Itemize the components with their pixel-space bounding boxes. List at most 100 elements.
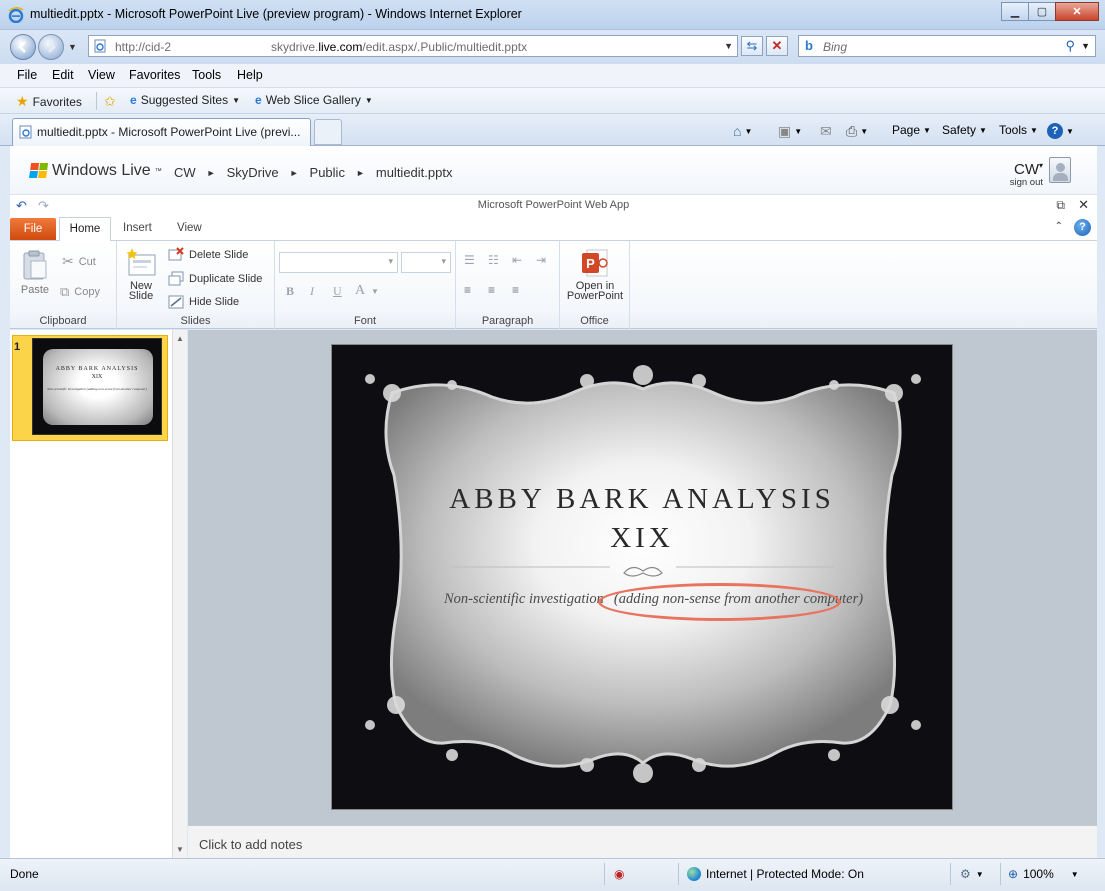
tab-home[interactable]: Home (59, 217, 111, 242)
search-options-dropdown-icon[interactable]: ▼ (1081, 41, 1090, 51)
menu-favorites[interactable]: Favorites (129, 68, 180, 82)
align-center-icon[interactable]: ≡ (488, 283, 495, 297)
menu-bar: File Edit View Favorites Tools Help (0, 64, 1105, 88)
hide-slide-button[interactable]: Hide Slide (168, 294, 239, 310)
browser-tab-active[interactable]: multiedit.pptx - Microsoft PowerPoint Li… (12, 118, 311, 146)
windows-live-logo[interactable]: Windows Live ™ (29, 162, 162, 180)
search-box[interactable]: b Bing ⚲ ▼ (798, 35, 1096, 57)
add-to-favorites-bar-button[interactable]: ✩ (104, 93, 116, 110)
help-menu-button[interactable]: ? ▼ (1047, 123, 1074, 139)
stop-button[interactable]: ✕ (766, 36, 788, 56)
copy-button[interactable]: ⧉ Copy (60, 284, 100, 300)
open-in-powerpoint-button[interactable]: P Open in PowerPoint (560, 247, 630, 302)
menu-tools[interactable]: Tools (192, 68, 221, 82)
breadcrumb-file: multiedit.pptx (375, 165, 453, 180)
print-button[interactable]: ⎙ ▼ (846, 123, 868, 140)
security-zone[interactable]: Internet | Protected Mode: On (687, 867, 864, 881)
thumbnail-scrollbar[interactable]: ▲ ▼ (172, 330, 187, 858)
menu-view[interactable]: View (88, 68, 115, 82)
privacy-report-icon[interactable]: ◉ (614, 867, 624, 881)
menu-edit[interactable]: Edit (52, 68, 74, 82)
tab-file[interactable]: File (10, 218, 56, 240)
bold-button[interactable]: B (286, 284, 294, 299)
tab-insert[interactable]: Insert (123, 222, 152, 234)
paste-button[interactable]: Paste (18, 249, 52, 296)
minimize-button[interactable]: ▁ (1001, 2, 1029, 21)
close-button[interactable]: ✕ (1055, 2, 1099, 21)
paste-icon (23, 250, 47, 280)
decrease-indent-icon[interactable]: ⇤ (512, 253, 522, 267)
eye-icon: ◉ (614, 867, 625, 881)
user-menu[interactable]: CW▾ sign out (1010, 161, 1043, 188)
font-color-button[interactable]: A (355, 283, 365, 299)
font-family-dropdown[interactable] (279, 252, 398, 273)
slide-title-line1[interactable]: ABBY BARK ANALYSIS (332, 483, 952, 516)
feeds-button[interactable]: ▣ ▼ (778, 123, 802, 140)
forward-button[interactable] (38, 34, 64, 60)
italic-button[interactable]: I (310, 284, 314, 299)
chevron-down-icon: ▼ (1070, 869, 1079, 879)
zoom-control[interactable]: ⊕ 100% ▼ (1008, 867, 1079, 881)
safety-menu-button[interactable]: Safety ▼ (942, 123, 987, 137)
window-title: multiedit.pptx - Microsoft PowerPoint Li… (30, 7, 522, 21)
delete-slide-button[interactable]: Delete Slide (168, 247, 248, 263)
collapse-ribbon-icon[interactable]: ⌃ (1055, 221, 1063, 232)
align-right-icon[interactable]: ≡ (512, 283, 519, 297)
breadcrumb-skydrive[interactable]: SkyDrive (227, 165, 279, 181)
search-placeholder: Bing (823, 40, 848, 54)
menu-help[interactable]: Help (237, 68, 263, 82)
bullets-icon[interactable]: ☰ (464, 253, 475, 267)
underline-button[interactable]: U (333, 284, 342, 299)
tab-view[interactable]: View (177, 222, 202, 234)
address-url: skydrive.live.com/edit.aspx/.Public/mult… (271, 40, 527, 54)
breadcrumb-cw[interactable]: CW (174, 165, 196, 181)
favorites-button[interactable]: ★ Favorites (16, 93, 82, 110)
new-slide-button[interactable]: New Slide (122, 247, 160, 302)
close-app-icon[interactable]: ✕ (1078, 197, 1089, 213)
align-left-icon[interactable]: ≡ (464, 283, 471, 297)
search-icon[interactable]: ⚲ (1065, 38, 1075, 54)
slide-title-line2[interactable]: XIX (332, 522, 952, 555)
cut-button[interactable]: ✂ Cut (62, 253, 96, 270)
ie-page-icon: e (255, 93, 262, 107)
cut-label: Cut (78, 255, 96, 268)
bing-icon: b (805, 38, 813, 53)
recent-pages-dropdown-icon[interactable]: ▼ (68, 42, 77, 52)
read-mail-button[interactable]: ✉ (820, 123, 832, 140)
page-favicon-icon (19, 125, 32, 139)
scroll-up-icon[interactable]: ▲ (176, 334, 184, 343)
increase-indent-icon[interactable]: ⇥ (536, 253, 546, 267)
avatar[interactable] (1049, 157, 1071, 183)
new-tab-button[interactable] (314, 119, 342, 145)
duplicate-slide-label: Duplicate Slide (189, 273, 263, 285)
address-bar[interactable]: http://cid-2 skydrive.live.com/edit.aspx… (88, 35, 738, 57)
sign-out-link[interactable]: sign out (1010, 177, 1043, 188)
chevron-down-icon: ▼ (232, 95, 241, 105)
mail-icon: ✉ (820, 123, 832, 139)
paste-label: Paste (20, 284, 50, 296)
back-button[interactable] (10, 34, 36, 60)
slide[interactable]: ABBY BARK ANALYSIS XIX Non-scientific in… (331, 344, 953, 810)
menu-file[interactable]: File (17, 68, 37, 82)
user-name[interactable]: CW (1014, 161, 1039, 178)
web-slice-gallery-button[interactable]: e Web Slice Gallery ▼ (255, 93, 373, 107)
tools-menu-button[interactable]: Tools ▼ (999, 123, 1038, 137)
scroll-down-icon[interactable]: ▼ (176, 845, 184, 854)
protected-mode-button[interactable]: ⚙ ▼ (960, 867, 984, 881)
help-icon[interactable]: ? (1074, 219, 1091, 236)
suggested-sites-button[interactable]: e Suggested Sites ▼ (130, 93, 240, 107)
hide-slide-label: Hide Slide (189, 296, 240, 308)
compatibility-refresh-button[interactable]: ⇆ (741, 36, 763, 56)
address-dropdown-icon[interactable]: ▼ (724, 41, 733, 51)
numbering-icon[interactable]: ☷ (488, 253, 499, 267)
notes-pane[interactable]: Click to add notes (188, 825, 1097, 858)
home-button[interactable]: ⌂ ▼ (733, 123, 752, 139)
breadcrumb-public[interactable]: Public (310, 165, 345, 181)
duplicate-slide-button[interactable]: Duplicate Slide (168, 271, 262, 287)
maximize-button[interactable]: ▢ (1028, 2, 1056, 21)
home-icon: ⌂ (733, 123, 742, 139)
font-size-dropdown[interactable] (401, 252, 451, 273)
open-in-new-window-icon[interactable]: ⧉ (1056, 198, 1065, 213)
slide-thumbnail[interactable]: ABBY BARK ANALYSIS XIX Non-scientific in… (32, 338, 162, 435)
page-menu-button[interactable]: Page ▼ (892, 123, 931, 137)
